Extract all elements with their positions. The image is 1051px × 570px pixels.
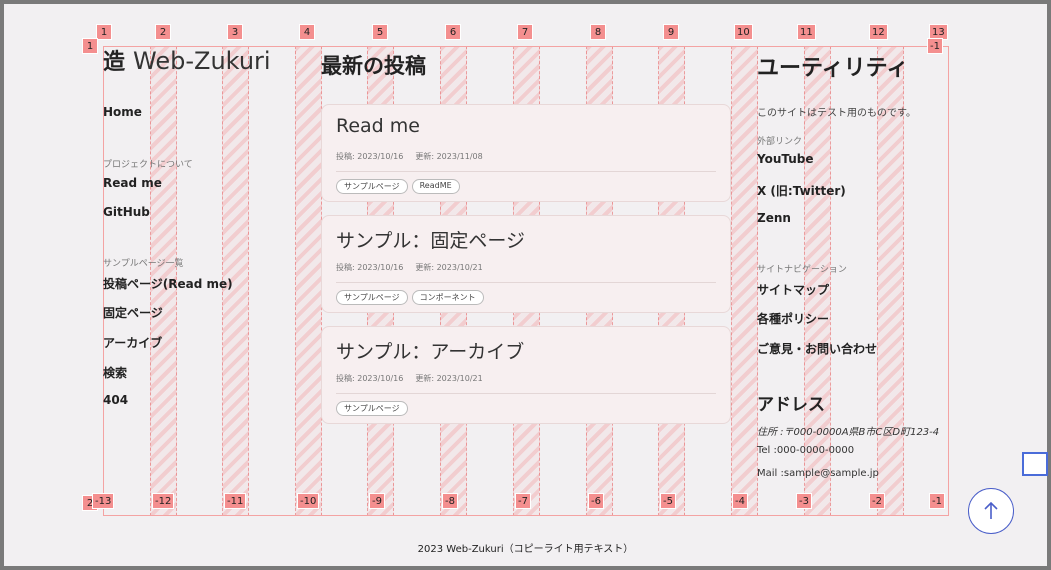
grid-line-badge: 11 [797,24,816,40]
grid-line-badge: 12 [869,24,888,40]
post-meta: 投稿: 2023/10/16 更新: 2023/10/21 [336,373,483,384]
nav-link-404[interactable]: 404 [103,393,128,407]
grid-line-badge: -12 [152,493,175,509]
nav-heading-project: プロジェクトについて [103,160,193,170]
card-divider [336,393,716,394]
window-frame-bottom [0,566,1051,570]
nav-link-readme[interactable]: Read me [103,176,162,190]
grid-line-badge: 4 [299,24,315,40]
sidebar-heading-external: 外部リンク [757,137,803,147]
post-updated: 更新: 2023/11/08 [415,152,483,161]
sidebar-link-x[interactable]: X (旧:Twitter) [757,182,846,199]
post-date: 投稿: 2023/10/16 [336,152,404,161]
grid-line-badge: -8 [442,493,458,509]
site-logo[interactable]: 造 Web-Zukuri [103,44,271,76]
grid-line-badge: 6 [445,24,461,40]
logo-mark-icon: 造 [103,50,126,75]
sidebar-link-policies[interactable]: 各種ポリシー [757,310,829,327]
arrow-up-icon [984,501,998,519]
grid-line-badge: 3 [227,24,243,40]
post-updated: 更新: 2023/10/21 [415,263,483,272]
grid-row-badge: -1 [927,38,943,54]
window-frame-top [0,0,1051,4]
grid-line-badge: -2 [869,493,885,509]
grid-line-badge: 2 [155,24,171,40]
window-frame-right [1047,0,1051,570]
address-line: 住所 :〒000-0000A県B市C区D町123-4 [757,427,940,438]
edge-widget-box[interactable] [1022,452,1048,476]
grid-line-badge: -10 [297,493,320,509]
grid-line-badge: -4 [732,493,748,509]
tag-chip[interactable]: ReadME [411,179,460,194]
sidebar-link-sitemap[interactable]: サイトマップ [757,281,829,298]
tel-line: Tel :000-0000-0000 [757,445,855,456]
grid-line-badge: -7 [515,493,531,509]
nav-link-archive[interactable]: アーカイブ [103,334,162,351]
mail-line: Mail :sample@sample.jp [757,468,879,479]
grid-line-badge: 1 [96,24,112,40]
grid-line-badge: -9 [369,493,385,509]
tag-chip[interactable]: コンポーネント [411,290,484,305]
post-tags: サンプルページ [336,401,408,416]
nav-heading-samples: サンプルページ一覧 [103,259,184,269]
grid-line-badge: 5 [372,24,388,40]
nav-link-fixed-page[interactable]: 固定ページ [103,304,163,321]
post-card[interactable]: Read me 投稿: 2023/10/16 更新: 2023/11/08 サン… [321,104,731,202]
grid-line-badge: -11 [224,493,247,509]
nav-home-link[interactable]: Home [103,105,142,119]
nav-link-github[interactable]: GitHub [103,205,150,219]
post-title[interactable]: Read me [336,115,420,137]
post-updated: 更新: 2023/10/21 [415,374,483,383]
sidebar-heading-nav: サイトナビゲーション [757,265,847,275]
logo-text: Web-Zukuri [133,47,271,75]
post-tags: サンプルページ コンポーネント [336,290,484,305]
grid-line-badge: 9 [663,24,679,40]
post-title[interactable]: サンプル：アーカイブ [336,337,524,364]
sidebar-link-youtube[interactable]: YouTube [757,152,814,166]
grid-line-badge: -1 [929,493,945,509]
grid-line-badge: 7 [517,24,533,40]
grid-line-badge: 10 [734,24,753,40]
page-title: 最新の投稿 [321,54,426,78]
grid-line-badge: -13 [92,493,115,509]
window-frame-left [0,0,4,570]
grid-row-badge: 1 [82,38,98,54]
scroll-to-top-button[interactable] [968,488,1014,534]
grid-line-badge: -6 [588,493,604,509]
footer-copyright: 2023 Web-Zukuri（コピーライト用テキスト） [417,544,634,555]
grid-line-badge: -3 [796,493,812,509]
tag-chip[interactable]: サンプルページ [336,179,408,194]
sidebar-title: ユーティリティ [757,56,909,81]
tag-chip[interactable]: サンプルページ [336,290,408,305]
card-divider [336,171,716,172]
post-title[interactable]: サンプル：固定ページ [336,226,525,253]
sidebar-description: このサイトはテスト用のものです。 [757,108,916,119]
card-divider [336,282,716,283]
post-meta: 投稿: 2023/10/16 更新: 2023/11/08 [336,151,483,162]
post-tags: サンプルページ ReadME [336,179,460,194]
grid-line-badge: -5 [660,493,676,509]
address-title: アドレス [757,395,825,415]
nav-link-search[interactable]: 検索 [103,364,127,381]
post-card[interactable]: サンプル：固定ページ 投稿: 2023/10/16 更新: 2023/10/21… [321,215,731,313]
sidebar-link-contact[interactable]: ご意見・お問い合わせ [757,340,877,357]
nav-link-post-page[interactable]: 投稿ページ(Read me) [103,275,233,292]
post-meta: 投稿: 2023/10/16 更新: 2023/10/21 [336,262,483,273]
post-date: 投稿: 2023/10/16 [336,263,404,272]
post-card[interactable]: サンプル：アーカイブ 投稿: 2023/10/16 更新: 2023/10/21… [321,326,731,424]
grid-line-badge: 8 [590,24,606,40]
post-date: 投稿: 2023/10/16 [336,374,404,383]
sidebar-link-zenn[interactable]: Zenn [757,211,791,225]
tag-chip[interactable]: サンプルページ [336,401,408,416]
